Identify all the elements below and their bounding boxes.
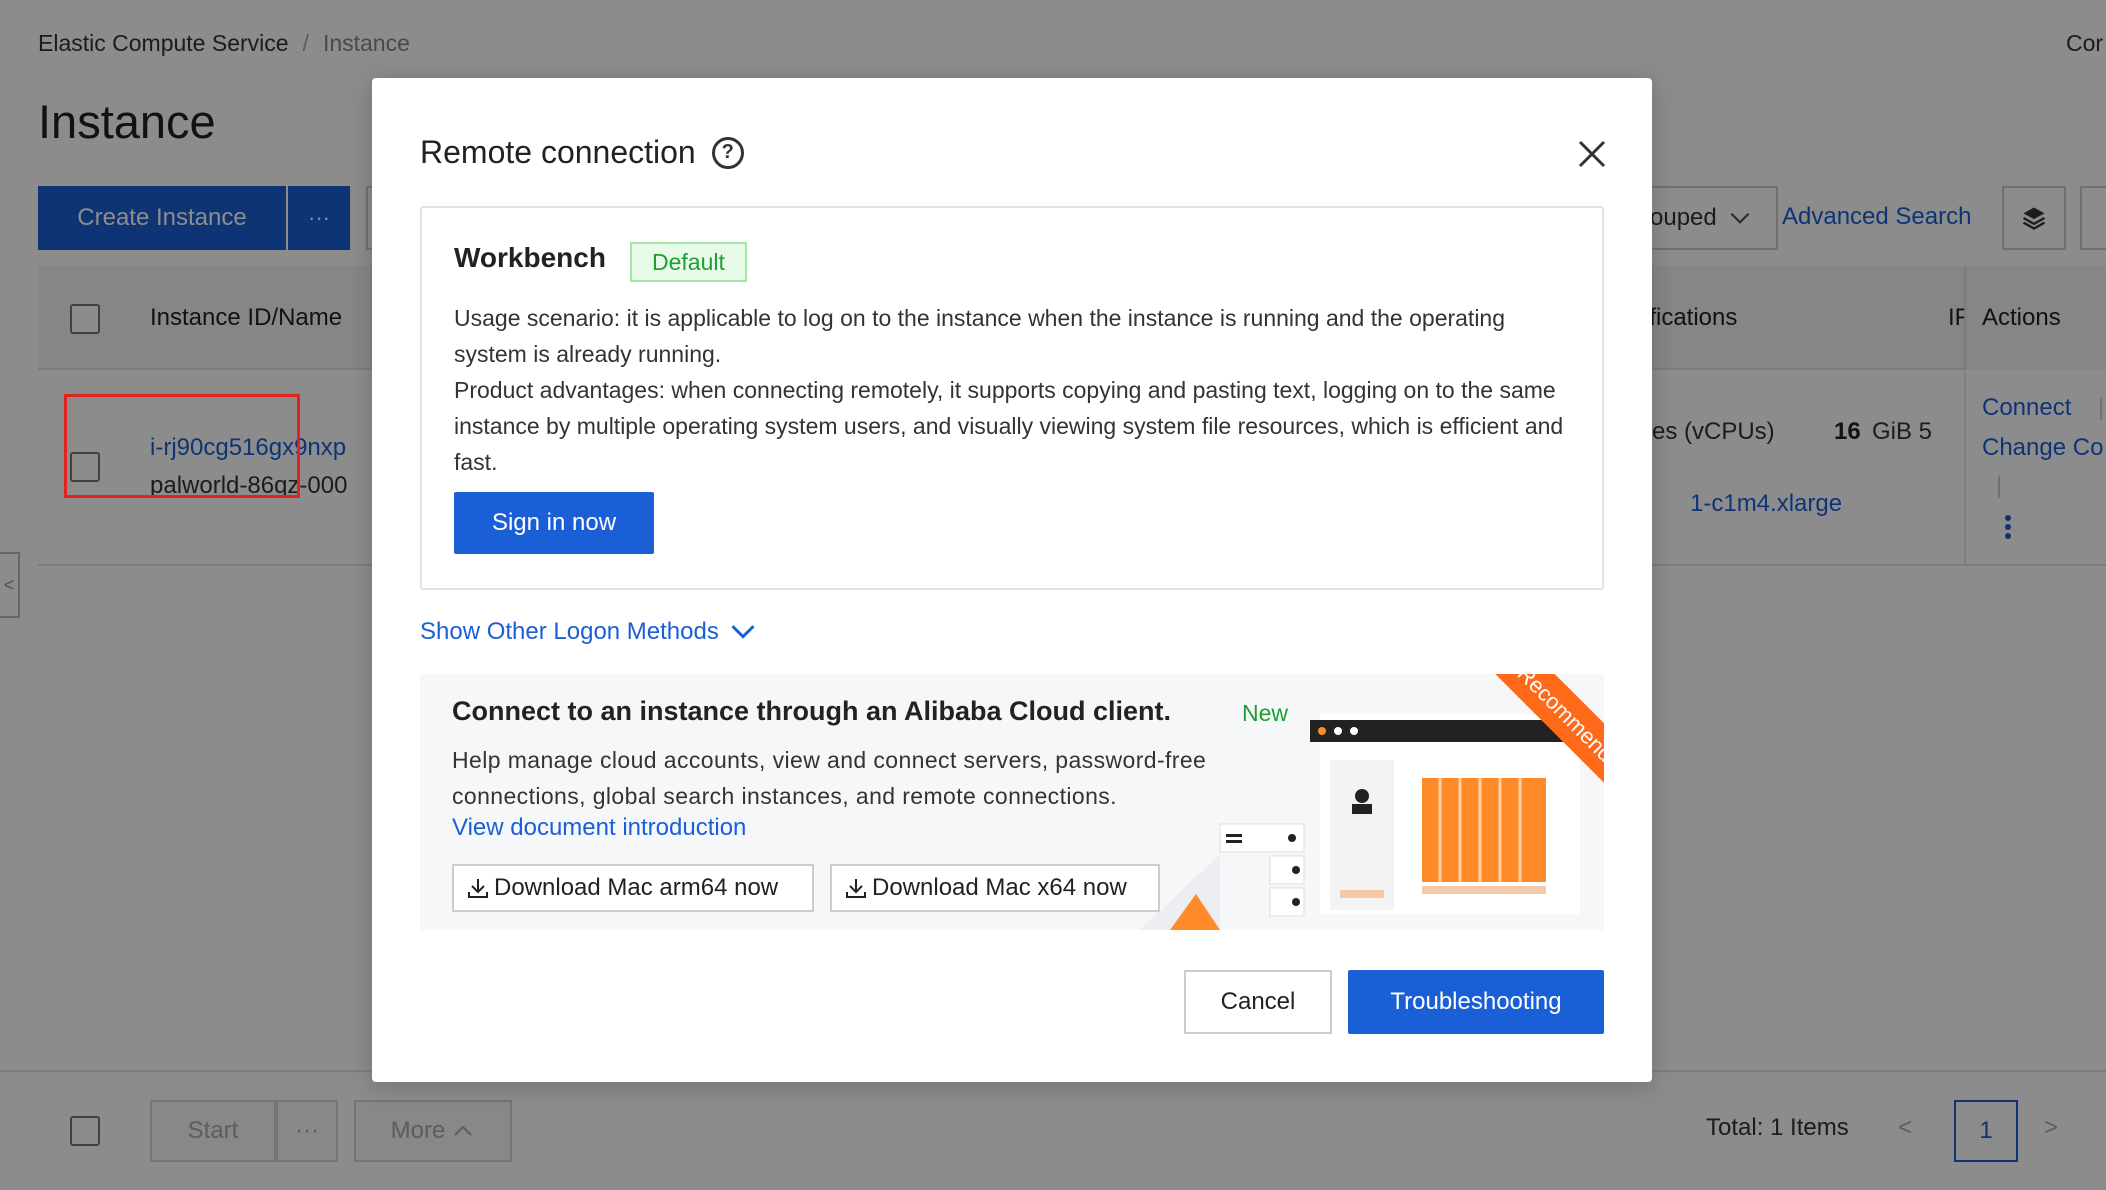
close-icon[interactable] <box>1572 134 1612 174</box>
download-arm64-label: Download Mac arm64 now <box>494 874 779 901</box>
dialog-title-bar: Remote connection ? <box>420 134 744 171</box>
workbench-title: Workbench <box>454 242 606 273</box>
show-other-label: Show Other Logon Methods <box>420 618 719 645</box>
usage-scenario-text: Usage scenario: it is applicable to log … <box>454 305 1506 367</box>
default-badge: Default <box>630 242 747 282</box>
download-mac-arm64-button[interactable]: Download Mac arm64 now <box>452 864 814 912</box>
workbench-description: Usage scenario: it is applicable to log … <box>454 300 1584 480</box>
client-title: Connect to an instance through an Alibab… <box>452 696 1172 726</box>
new-tag: New <box>1242 700 1289 726</box>
chevron-down-icon <box>731 625 755 639</box>
sign-in-highlight-box <box>64 394 300 498</box>
download-mac-x64-button[interactable]: Download Mac x64 now <box>830 864 1160 912</box>
dialog-title: Remote connection <box>420 134 696 170</box>
download-icon <box>468 879 488 898</box>
cancel-button[interactable]: Cancel <box>1184 970 1332 1034</box>
client-description: Help manage cloud accounts, view and con… <box>452 747 1207 809</box>
download-x64-label: Download Mac x64 now <box>872 874 1127 901</box>
workbench-card: Workbench Default Usage scenario: it is … <box>420 206 1604 590</box>
download-icon <box>846 879 866 898</box>
sign-in-now-button[interactable]: Sign in now <box>454 492 654 554</box>
product-advantages-text: Product advantages: when connecting remo… <box>454 377 1564 475</box>
remote-connection-dialog: Remote connection ? Workbench Default Us… <box>372 78 1652 1082</box>
troubleshooting-button[interactable]: Troubleshooting <box>1348 970 1604 1034</box>
help-icon[interactable]: ? <box>711 136 744 169</box>
show-other-logon-methods[interactable]: Show Other Logon Methods <box>420 618 757 646</box>
client-promo-panel: Recommendation Connect to an instance th… <box>420 674 1604 930</box>
view-document-link[interactable]: View document introduction <box>452 814 746 842</box>
